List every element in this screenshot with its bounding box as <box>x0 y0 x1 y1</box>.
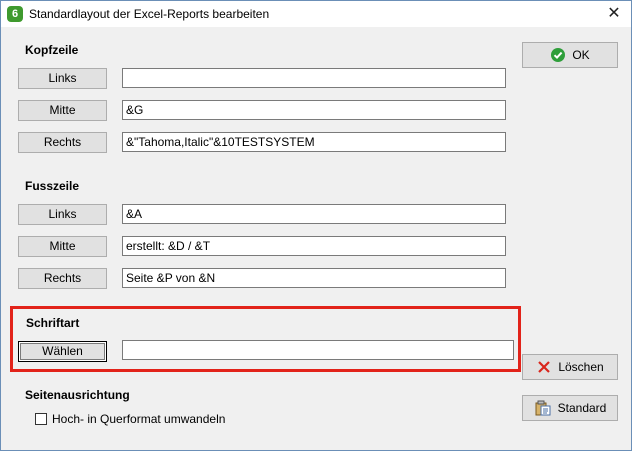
delete-x-icon <box>538 361 551 373</box>
kopfzeile-mitte-field[interactable]: &G <box>122 100 506 120</box>
fusszeile-mitte-button[interactable]: Mitte <box>18 236 107 257</box>
loeschen-button-label: Löschen <box>558 360 604 374</box>
schriftart-highlight <box>10 306 521 372</box>
window-title: Standardlayout der Excel-Reports bearbei… <box>29 7 270 21</box>
close-button[interactable]: ✕ <box>597 1 631 27</box>
kopfzeile-mitte-button[interactable]: Mitte <box>18 100 107 121</box>
loeschen-button[interactable]: Löschen <box>522 354 618 380</box>
ok-button[interactable]: OK <box>522 42 618 68</box>
schriftart-label: Schriftart <box>26 316 80 330</box>
clipboard-icon <box>535 400 551 416</box>
seitenausrichtung-label: Seitenausrichtung <box>25 388 130 402</box>
querformat-checkbox-label[interactable]: Hoch- in Querformat umwandeln <box>52 412 225 426</box>
fusszeile-links-button[interactable]: Links <box>18 204 107 225</box>
querformat-checkbox[interactable] <box>35 413 47 425</box>
kopfzeile-rechts-button[interactable]: Rechts <box>18 132 107 153</box>
dialog-window: 6 Standardlayout der Excel-Reports bearb… <box>0 0 632 451</box>
fusszeile-links-field[interactable]: &A <box>122 204 506 224</box>
kopfzeile-links-button[interactable]: Links <box>18 68 107 89</box>
kopfzeile-rechts-field[interactable]: &"Tahoma,Italic"&10TESTSYSTEM <box>122 132 506 152</box>
fusszeile-label: Fusszeile <box>25 179 80 193</box>
fusszeile-mitte-field[interactable]: erstellt: &D / &T <box>122 236 506 256</box>
fusszeile-rechts-field[interactable]: Seite &P von &N <box>122 268 506 288</box>
fusszeile-rechts-button[interactable]: Rechts <box>18 268 107 289</box>
waehlen-button[interactable]: Wählen <box>18 341 107 362</box>
standard-button[interactable]: Standard <box>522 395 618 421</box>
app-icon: 6 <box>7 6 23 22</box>
checkmark-icon <box>551 48 566 62</box>
kopfzeile-links-field[interactable] <box>122 68 506 88</box>
standard-button-label: Standard <box>557 401 607 415</box>
kopfzeile-label: Kopfzeile <box>25 43 79 57</box>
title-bar: 6 Standardlayout der Excel-Reports bearb… <box>1 1 631 27</box>
ok-button-label: OK <box>572 48 590 62</box>
schriftart-field[interactable] <box>122 340 514 360</box>
